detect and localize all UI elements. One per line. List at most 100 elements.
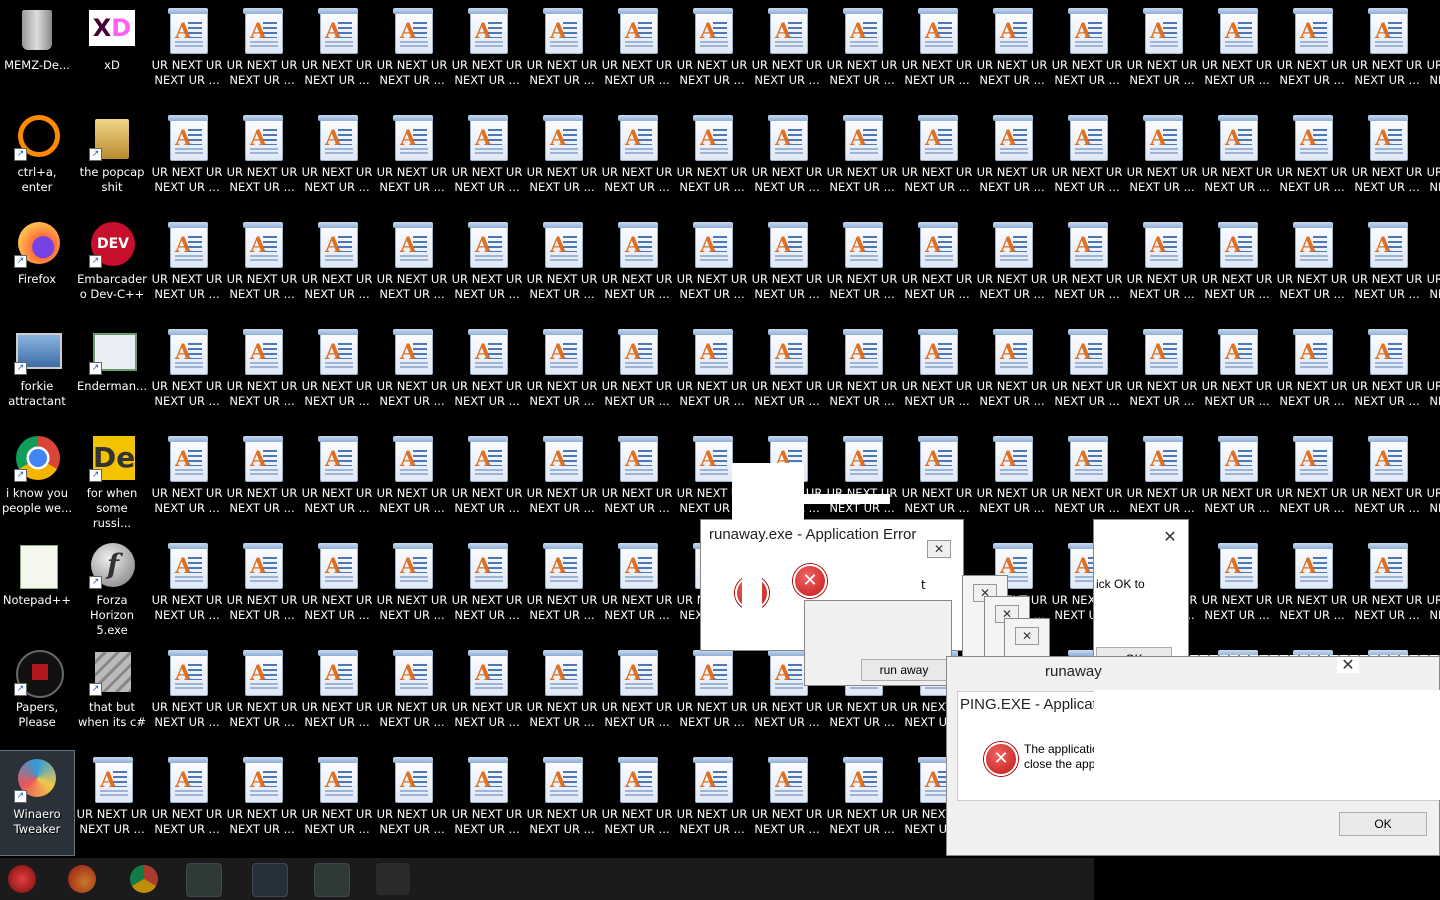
desktop-icon-spam[interactable]: AUR NEXT UR NEXT UR ...	[375, 109, 449, 213]
desktop-icon-spam[interactable]: AUR NEXT UR NEXT UR ...	[525, 644, 599, 748]
desktop-icon-spam[interactable]: AUR NEXT UR NEXT UR ...	[375, 644, 449, 748]
settings-task-icon[interactable]	[376, 863, 410, 895]
desktop-icon-spam[interactable]: AUR NEXT UR NEXT UR ...	[450, 109, 524, 213]
desktop-icon-spam[interactable]: AUR NEXT UR NEXT UR ...	[150, 751, 224, 855]
desktop-icon-spam[interactable]: AUR NEXT UR NEXT UR ...	[600, 109, 674, 213]
desktop-icon-spam[interactable]: AUR NEXT UR NEXT UR ...	[825, 751, 899, 855]
desktop-icon-7[interactable]: ↗ Enderman...	[75, 323, 149, 427]
desktop-icon-spam[interactable]: AUR NEXT UR NEXT UR ...	[750, 2, 824, 106]
desktop-icon-spam[interactable]: AUR NEXT UR NEXT UR ...	[825, 109, 899, 213]
desktop-icon-spam[interactable]: AUR NEXT UR NEXT UR ...	[450, 430, 524, 534]
desktop-icon-spam[interactable]: AUR NEXT UR NEXT UR ...	[1200, 323, 1274, 427]
desktop-icon-spam[interactable]: AUR NEXT UR NEXT UR ...	[450, 751, 524, 855]
desktop-icon-spam[interactable]: AUR NEXT UR NEXT UR ...	[225, 2, 299, 106]
desktop-icon-spam[interactable]: AUR NEXT UR NEXT UR ...	[1350, 216, 1424, 320]
desktop-icon-spam[interactable]: AUR NEXT UR NEXT UR ...	[900, 109, 974, 213]
desktop-icon-spam[interactable]: AUR NEXT UR NEXT UR ...	[375, 430, 449, 534]
ok-button[interactable]: OK	[1339, 812, 1427, 836]
desktop-icon-spam[interactable]: AUR NEXT UR NEXT UR ...	[375, 216, 449, 320]
desktop-icon-spam[interactable]: AUR NEXT UR NEXT UR ...	[300, 430, 374, 534]
run-away-button[interactable]: run away	[861, 659, 947, 681]
desktop-icon-spam[interactable]: AUR NEXT UR NEXT UR ...	[1050, 2, 1124, 106]
desktop-icon-spam[interactable]: AUR NEXT UR NEXT UR ...	[1050, 109, 1124, 213]
desktop-icon-spam[interactable]: AUR NEXT UR NEXT UR ...	[1350, 109, 1424, 213]
desktop-icon-spam[interactable]: AUR NEXT UR NEXT UR ...	[1275, 216, 1349, 320]
desktop-icon-spam[interactable]: AUR NEXT UR NEXT UR ...	[525, 537, 599, 641]
desktop-icon-spam[interactable]: AUR NEXT UR NEXT UR ...	[975, 109, 1049, 213]
desktop-icon-spam[interactable]: AUR NEXT UR NEXT UR ...	[225, 323, 299, 427]
memz-start-icon[interactable]	[8, 865, 36, 893]
desktop-icon-spam[interactable]: AUR NEXT UR NEXT UR ...	[1200, 537, 1274, 641]
close-icon[interactable]: ✕	[1337, 657, 1359, 673]
desktop-icon-spam[interactable]: AUR NEXT UR NEXT UR ...	[375, 537, 449, 641]
desktop-icon-3[interactable]: ↗ the popcap shit	[75, 109, 149, 213]
desktop-icon-spam[interactable]: AUR NEXT UR NEXT UR ...	[225, 537, 299, 641]
desktop-icon-spam[interactable]: AUR NEXT UR NEXT UR ...	[1125, 109, 1199, 213]
desktop-icon-spam[interactable]: AUR NEXT UR NEXT UR ...	[900, 323, 974, 427]
desktop-icon-spam[interactable]: AUR NEXT UR NEXT UR ...	[675, 751, 749, 855]
desktop-icon-4[interactable]: ↗ Firefox	[0, 216, 74, 320]
desktop-icon-spam[interactable]: AUR NEXT UR NEXT UR ...	[1425, 537, 1440, 641]
close-icon[interactable]: ✕	[1015, 627, 1039, 645]
desktop-icon-6[interactable]: ↗ forkie attractant	[0, 323, 74, 427]
desktop-icon-spam[interactable]: AUR NEXT UR NEXT UR ...	[750, 323, 824, 427]
desktop-icon-13[interactable]: ↗ that but when its c#	[75, 644, 149, 748]
visual-studio-icon[interactable]	[252, 863, 288, 897]
desktop-icon-spam[interactable]: AUR NEXT UR NEXT UR ...	[1200, 430, 1274, 534]
close-icon[interactable]: ✕	[927, 540, 951, 558]
desktop-icon-spam[interactable]: AUR NEXT UR NEXT UR ...	[225, 751, 299, 855]
desktop-icon-spam[interactable]: AUR NEXT UR NEXT UR ...	[150, 216, 224, 320]
desktop-icon-spam[interactable]: AUR NEXT UR NEXT UR ...	[375, 323, 449, 427]
desktop-icon-spam[interactable]: AUR NEXT UR NEXT UR ...	[600, 323, 674, 427]
desktop-icon-spam[interactable]: AUR NEXT UR NEXT UR ...	[825, 2, 899, 106]
desktop-icon-spam[interactable]: AUR NEXT UR NEXT UR ...	[300, 644, 374, 748]
desktop-icon-spam[interactable]: AUR NEXT UR NEXT UR ...	[600, 216, 674, 320]
desktop-icon-spam[interactable]: AUR NEXT UR NEXT UR ...	[525, 323, 599, 427]
desktop-icon-spam[interactable]: AUR NEXT UR NEXT UR ...	[600, 751, 674, 855]
desktop-icon-spam[interactable]: AUR NEXT UR NEXT UR ...	[1125, 323, 1199, 427]
desktop-icon-spam[interactable]: AUR NEXT UR NEXT UR ...	[150, 644, 224, 748]
desktop-icon-spam[interactable]: AUR NEXT UR NEXT UR ...	[150, 537, 224, 641]
desktop-icon-spam[interactable]: AUR NEXT UR NEXT UR ...	[450, 216, 524, 320]
desktop-icon-spam[interactable]: AUR NEXT UR NEXT UR ...	[75, 751, 149, 855]
desktop-icon-spam[interactable]: AUR NEXT UR NEXT UR ...	[375, 751, 449, 855]
desktop-icon-spam[interactable]: AUR NEXT UR NEXT UR ...	[525, 751, 599, 855]
desktop-icon-spam[interactable]: AUR NEXT UR NEXT UR ...	[1275, 2, 1349, 106]
desktop-icon-spam[interactable]: AUR NEXT UR NEXT UR ...	[1350, 430, 1424, 534]
desktop-icon-spam[interactable]: AUR NEXT UR NEXT UR ...	[1275, 537, 1349, 641]
desktop-icon-spam[interactable]: AUR NEXT UR NEXT UR ...	[1275, 109, 1349, 213]
desktop-icon-14[interactable]: ↗ Winaero Tweaker	[0, 750, 75, 856]
firefox-icon[interactable]	[68, 865, 96, 893]
desktop-icon-spam[interactable]: AUR NEXT UR NEXT UR ...	[975, 430, 1049, 534]
desktop-icon-spam[interactable]: AUR NEXT UR NEXT UR ...	[225, 644, 299, 748]
desktop-icon-spam[interactable]: AUR NEXT UR NEXT UR ...	[150, 2, 224, 106]
desktop-icon-spam[interactable]: AUR NEXT UR NEXT UR ...	[975, 323, 1049, 427]
desktop-icon-spam[interactable]: AUR NEXT UR NEXT UR ...	[450, 323, 524, 427]
desktop-icon-spam[interactable]: AUR NEXT UR NEXT UR ...	[1050, 216, 1124, 320]
window-task-icon[interactable]	[314, 863, 350, 897]
desktop-icon-spam[interactable]: AUR NEXT UR NEXT UR ...	[1425, 109, 1440, 213]
desktop-icon-spam[interactable]: AUR NEXT UR NEXT UR ...	[300, 109, 374, 213]
desktop-icon-11[interactable]: f ↗ Forza Horizon 5.exe	[75, 537, 149, 641]
desktop-icon-spam[interactable]: AUR NEXT UR NEXT UR ...	[525, 430, 599, 534]
desktop-icon-spam[interactable]: AUR NEXT UR NEXT UR ...	[675, 216, 749, 320]
desktop-icon-5[interactable]: DEV ↗ Embarcadero Dev-C++	[75, 216, 149, 320]
desktop-icon-spam[interactable]: AUR NEXT UR NEXT UR ...	[1200, 2, 1274, 106]
desktop-icon-spam[interactable]: AUR NEXT UR NEXT UR ...	[150, 323, 224, 427]
desktop-icon-spam[interactable]: AUR NEXT UR NEXT UR ...	[1125, 2, 1199, 106]
desktop-icon-spam[interactable]: AUR NEXT UR NEXT UR ...	[1425, 430, 1440, 534]
desktop-icon-spam[interactable]: AUR NEXT UR NEXT UR ...	[750, 109, 824, 213]
desktop-icon-spam[interactable]: AUR NEXT UR NEXT UR ...	[1425, 323, 1440, 427]
desktop-icon-spam[interactable]: AUR NEXT UR NEXT UR ...	[825, 323, 899, 427]
desktop-icon-spam[interactable]: AUR NEXT UR NEXT UR ...	[300, 751, 374, 855]
desktop-icon-spam[interactable]: AUR NEXT UR NEXT UR ...	[600, 430, 674, 534]
desktop-icon-spam[interactable]: AUR NEXT UR NEXT UR ...	[675, 2, 749, 106]
desktop-icon-spam[interactable]: AUR NEXT UR NEXT UR ...	[600, 537, 674, 641]
desktop-icon-spam[interactable]: AUR NEXT UR NEXT UR ...	[150, 109, 224, 213]
desktop-icon-spam[interactable]: AUR NEXT UR NEXT UR ...	[525, 2, 599, 106]
desktop-icon-spam[interactable]: AUR NEXT UR NEXT UR ...	[525, 216, 599, 320]
desktop-icon-9[interactable]: De ↗ for when some russi...	[75, 430, 149, 534]
desktop-icon-12[interactable]: ↗ Papers, Please	[0, 644, 74, 748]
desktop-icon-spam[interactable]: AUR NEXT UR NEXT UR ...	[600, 644, 674, 748]
desktop-icon-spam[interactable]: AUR NEXT UR NEXT UR ...	[300, 2, 374, 106]
